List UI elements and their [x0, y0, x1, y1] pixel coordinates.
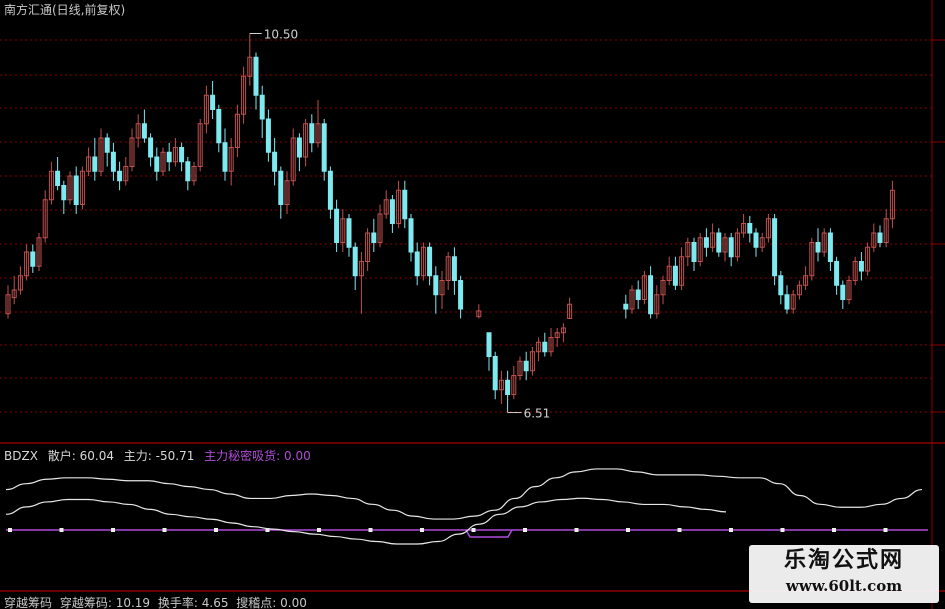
candle-body: [408, 218, 414, 253]
candle-body: [309, 123, 315, 144]
candle-body: [815, 242, 821, 253]
candle-body: [185, 161, 191, 182]
candle-body: [346, 218, 352, 248]
candle-body: [542, 341, 548, 353]
indicator-header: BDZX 散户: 60.04 主力: -50.71 主力秘密吸货: 0.00: [4, 449, 317, 463]
candle-body: [389, 199, 395, 224]
candle-body: [61, 185, 67, 201]
baseline-marker: [420, 528, 424, 532]
retail-value-label: 散户: 60.04: [47, 449, 114, 463]
candlestick-chart[interactable]: 10.50 6.51: [0, 0, 945, 609]
candle-body: [55, 170, 61, 186]
candle-body: [265, 118, 271, 153]
retail-line: [5, 468, 923, 520]
candle-body: [492, 356, 498, 391]
baseline-marker: [59, 528, 64, 532]
candle-body: [414, 251, 420, 277]
bottom-indicator-name: 穿越筹码: [4, 596, 53, 609]
baseline-marker: [626, 528, 630, 532]
bottom-indicator-header: 穿越筹码 穿越筹码: 10.19 换手率: 4.65 搜稽点: 0.00: [4, 596, 311, 609]
candle-body: [827, 232, 833, 262]
candle-body: [210, 94, 216, 110]
main-force-value-label: 主力: -50.71: [123, 449, 195, 463]
baseline-marker: [471, 528, 476, 532]
candle-body: [623, 303, 629, 310]
candle-body: [110, 151, 116, 172]
candle-body: [458, 280, 464, 310]
indicator-name: BDZX: [4, 449, 38, 463]
stock-chart-window: 10.50 6.51 南方汇通(日线,前复权) BDZX 散户: 60.04 主力…: [0, 0, 945, 609]
secret-absorb-value-label: 主力秘密吸货: 0.00: [204, 449, 311, 463]
candle-body: [858, 261, 864, 272]
candle-body: [648, 275, 654, 315]
candle-body: [352, 246, 358, 277]
candle-body: [272, 151, 278, 172]
candle-body: [877, 232, 883, 243]
candle-body: [753, 232, 759, 248]
baseline-marker: [162, 528, 167, 532]
candle-body: [327, 170, 333, 210]
candle-body: [296, 137, 302, 158]
candle-body: [216, 109, 222, 144]
candle-body: [73, 175, 79, 205]
candle-body: [433, 275, 439, 296]
candle-body: [635, 289, 641, 300]
breakout-value-label: 搜稽点: 0.00: [236, 596, 307, 609]
turnover-value-label: 换手率: 4.65: [157, 596, 229, 609]
candle-body: [148, 137, 154, 158]
baseline-marker: [729, 528, 733, 532]
baseline-marker: [832, 528, 836, 532]
candle-body: [259, 94, 265, 120]
candle-body: [784, 294, 790, 310]
candle-body: [371, 232, 377, 243]
chip-value-label: 穿越筹码: 10.19: [59, 596, 151, 609]
candle-body: [728, 237, 734, 258]
chip-line: [5, 497, 727, 545]
baseline-marker: [883, 528, 888, 532]
baseline-marker: [214, 528, 218, 532]
baseline-marker: [8, 528, 12, 532]
candle-body: [451, 256, 457, 281]
candle-body: [402, 189, 408, 220]
baseline-marker: [111, 528, 115, 532]
candle-body: [334, 208, 340, 243]
candle-body: [222, 142, 228, 172]
candle-body: [30, 251, 36, 267]
candle-body: [716, 232, 722, 253]
candle-body: [486, 332, 492, 357]
baseline-marker: [317, 528, 321, 532]
candle-body: [505, 379, 511, 395]
candle-body: [166, 151, 172, 163]
chart-title: 南方汇通(日线,前复权): [4, 3, 126, 17]
watermark: 乐淘公式网 www.60lt.com: [749, 545, 939, 603]
candle-body: [840, 284, 846, 300]
candle-body: [778, 275, 784, 296]
candle-body: [427, 246, 433, 277]
candle-body: [691, 242, 697, 262]
baseline-marker: [523, 528, 527, 532]
candle-body: [104, 137, 110, 153]
candle-body: [523, 360, 529, 372]
baseline-marker: [574, 528, 579, 532]
baseline-marker: [677, 528, 682, 532]
candle-body: [834, 261, 840, 286]
candle-body: [253, 56, 259, 96]
candle-body: [141, 123, 147, 139]
candle-body: [117, 170, 123, 182]
candle-body: [321, 123, 327, 172]
candle-body: [672, 265, 678, 286]
candle-body: [92, 156, 98, 172]
high-price-label: 10.50: [264, 28, 298, 42]
baseline-marker: [780, 528, 785, 532]
candle-body: [703, 237, 709, 248]
watermark-url: www.60lt.com: [785, 577, 903, 595]
candle-body: [278, 170, 284, 205]
low-price-label: 6.51: [524, 407, 551, 421]
watermark-text: 乐淘公式网: [783, 547, 904, 573]
candle-body: [179, 147, 185, 163]
candle-body: [747, 223, 753, 234]
candle-body: [154, 156, 160, 172]
candle-body: [772, 218, 778, 277]
baseline-marker: [368, 528, 373, 532]
